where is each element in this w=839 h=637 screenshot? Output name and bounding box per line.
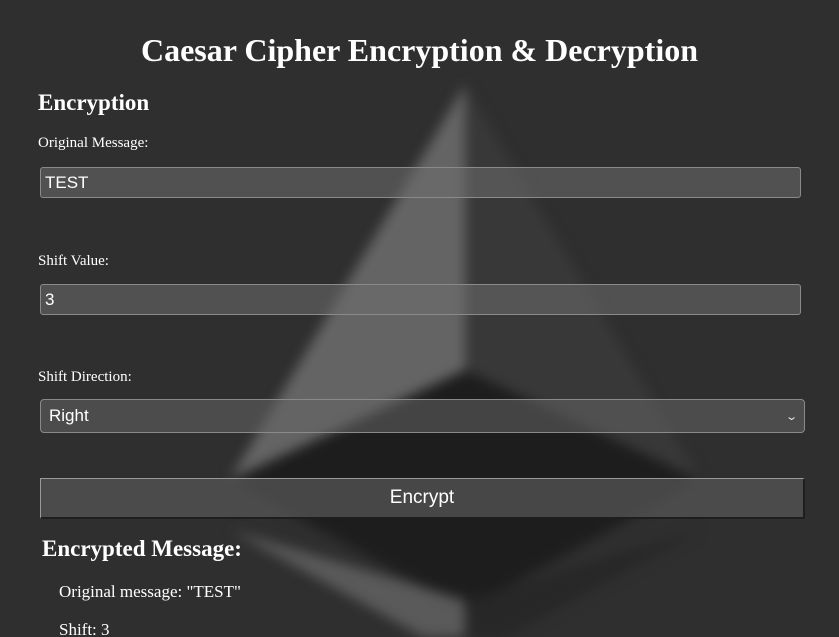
- result-shift: Shift: 3: [59, 620, 110, 637]
- encrypt-button[interactable]: Encrypt: [40, 478, 805, 519]
- chevron-down-icon: ⌄: [784, 410, 798, 423]
- main-container: Caesar Cipher Encryption & Decryption En…: [0, 0, 839, 637]
- shift-direction-label: Shift Direction:: [38, 369, 132, 385]
- encryption-heading: Encryption: [38, 90, 150, 115]
- shift-value-label: Shift Value:: [38, 253, 109, 269]
- shift-direction-selected-value: Right: [49, 406, 89, 425]
- result-original-message: Original message: "TEST": [59, 582, 241, 601]
- encrypted-message-heading: Encrypted Message:: [42, 536, 242, 561]
- original-message-input[interactable]: [40, 167, 801, 198]
- shift-direction-select[interactable]: Right ⌄: [40, 399, 805, 433]
- original-message-label: Original Message:: [38, 135, 149, 151]
- page-title: Caesar Cipher Encryption & Decryption: [140, 32, 698, 68]
- shift-value-input[interactable]: [40, 284, 801, 315]
